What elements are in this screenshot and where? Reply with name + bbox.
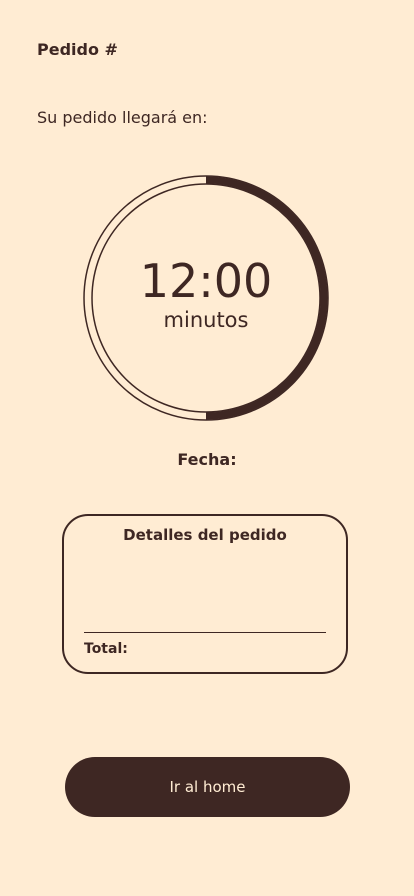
countdown-timer: 12:00 minutos — [82, 174, 330, 422]
details-divider — [84, 632, 326, 633]
timer-unit: minutos — [163, 308, 249, 332]
timer-time: 12:00 — [139, 254, 273, 308]
total-label: Total: — [84, 641, 128, 657]
go-home-button[interactable]: Ir al home — [65, 757, 350, 817]
order-title: Pedido # — [37, 40, 118, 59]
date-label: Fecha: — [177, 450, 237, 469]
order-details-title: Detalles del pedido — [123, 526, 287, 544]
arrival-text: Su pedido llegará en: — [37, 108, 208, 127]
order-details-card: Detalles del pedido Total: — [62, 514, 348, 674]
